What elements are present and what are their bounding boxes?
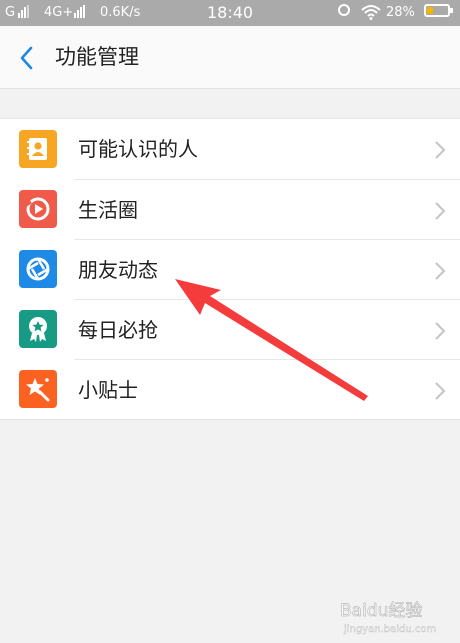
list-item-daily-deals[interactable]: 每日必抢 (0, 299, 460, 359)
list-item-people-you-may-know[interactable]: 可能认识的人 (0, 119, 460, 179)
page-title: 功能管理 (55, 45, 139, 69)
star-wand-icon (19, 370, 57, 408)
title-bar: 功能管理 (0, 26, 460, 89)
list-item-label: 小贴士 (78, 378, 138, 402)
list-item-label: 可能认识的人 (78, 137, 198, 161)
aperture-icon (19, 250, 57, 288)
ribbon-badge-icon (19, 310, 57, 348)
chevron-right-icon (435, 382, 446, 400)
baidu-watermark: Baidu经验 jingyan.baidu.com (338, 596, 453, 636)
chevron-right-icon (435, 262, 446, 280)
feature-list: 可能认识的人 生活圈 朋友动态 每日必抢 小贴士 (0, 118, 460, 420)
back-arrow-icon (20, 46, 33, 70)
contact-card-icon (19, 130, 57, 168)
list-item-life-circle[interactable]: 生活圈 (0, 179, 460, 239)
list-item-label: 朋友动态 (78, 258, 158, 282)
list-item-friend-feed[interactable]: 朋友动态 (0, 239, 460, 299)
chevron-right-icon (435, 202, 446, 220)
battery-percent: 28% (386, 5, 415, 20)
watermark-text: Baidu经验 (340, 601, 422, 621)
signal-icon (18, 5, 30, 24)
battery-icon (424, 4, 453, 17)
life-circle-icon (19, 190, 57, 228)
chevron-right-icon (435, 322, 446, 340)
wifi-icon (361, 4, 381, 26)
list-item-label: 每日必抢 (78, 318, 158, 342)
alarm-icon (338, 4, 350, 16)
back-button[interactable] (12, 43, 42, 73)
watermark-url: jingyan.baidu.com (343, 624, 436, 635)
clock: 18:40 (207, 3, 254, 22)
chevron-right-icon (435, 141, 446, 159)
list-item-tips[interactable]: 小贴士 (0, 359, 460, 419)
battery-level (427, 7, 433, 14)
status-bar: G 4G+ 0.6K/s 18:40 28% (0, 0, 460, 26)
carrier-label-1: G (5, 5, 16, 20)
list-item-label: 生活圈 (78, 198, 138, 222)
signal-icon-2 (74, 5, 86, 24)
carrier-label-2: 4G+ (44, 5, 74, 20)
network-speed: 0.6K/s (100, 5, 141, 20)
